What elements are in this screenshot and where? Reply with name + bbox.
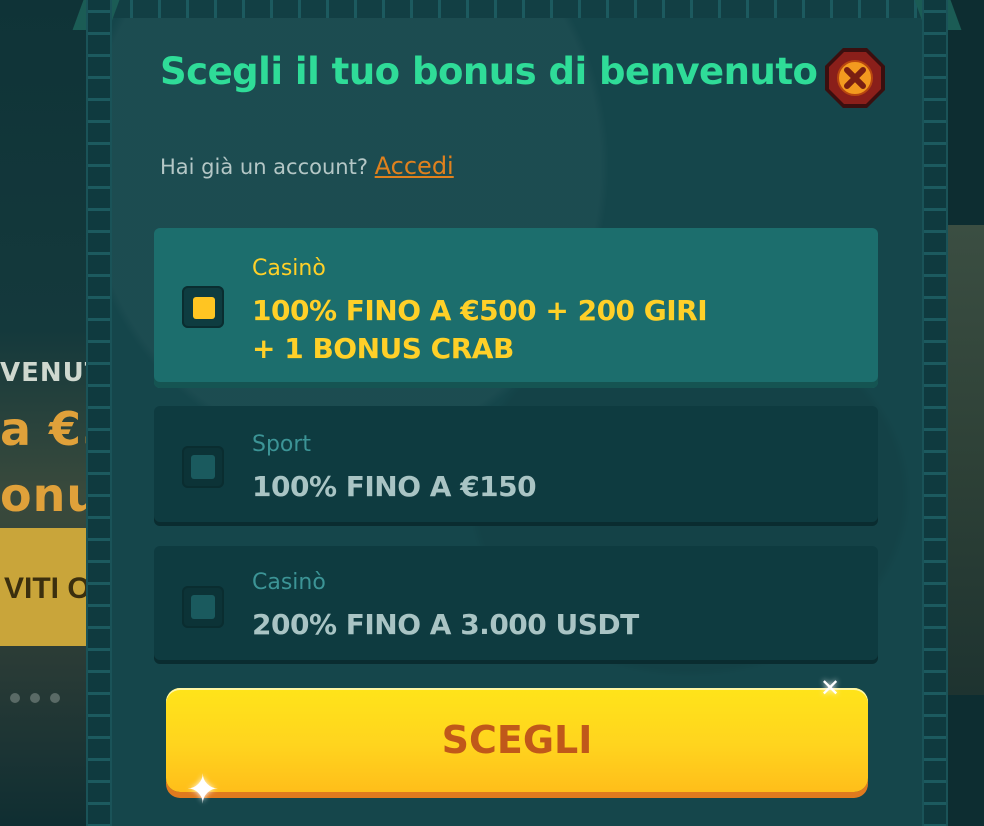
bonus-checkbox[interactable] (182, 586, 224, 628)
bonus-category: Casinò (252, 570, 326, 595)
login-prompt: Hai già un account? Accedi (160, 152, 454, 180)
bonus-value: 100% FINO A €150 (252, 470, 537, 503)
bonus-value: 200% FINO A 3.000 USDT (252, 608, 639, 641)
background-button-label: VITI O (4, 572, 91, 605)
login-link[interactable]: Accedi (375, 152, 454, 180)
checkbox-unchecked-indicator (191, 455, 215, 479)
bonus-value-line: + 1 BONUS CRAB (252, 332, 514, 365)
bonus-category: Sport (252, 432, 312, 457)
background-carousel-dots (10, 690, 70, 708)
login-prompt-text: Hai già un account? (160, 155, 368, 179)
checkbox-checked-indicator (193, 297, 215, 319)
page: VENUT a €5 onu VITI O Scegli il tuo bonu… (0, 0, 984, 826)
bonus-checkbox[interactable] (182, 286, 224, 328)
welcome-bonus-modal: Scegli il tuo bonus di benvenuto Hai già… (72, 0, 962, 826)
sparkle-icon: ✦ (186, 768, 220, 812)
modal-title: Scegli il tuo bonus di benvenuto (160, 50, 818, 93)
modal-border-top (86, 0, 948, 18)
choose-bonus-button-label: SCEGLI (441, 718, 593, 762)
checkbox-unchecked-indicator (191, 595, 215, 619)
modal-border-right (922, 0, 948, 826)
choose-bonus-button[interactable]: SCEGLI (166, 688, 868, 792)
bonus-option-casino-usdt[interactable]: Casinò 200% FINO A 3.000 USDT (154, 546, 878, 664)
bonus-value: 100% FINO A €500 + 200 GIRI + 1 BONUS CR… (252, 292, 812, 368)
bonus-value-line: 100% FINO A €500 + 200 GIRI (252, 294, 708, 327)
bonus-checkbox[interactable] (182, 446, 224, 488)
close-button[interactable] (823, 46, 887, 110)
bonus-option-casino[interactable]: Casinò 100% FINO A €500 + 200 GIRI + 1 B… (154, 228, 878, 388)
bonus-option-sport[interactable]: Sport 100% FINO A €150 (154, 406, 878, 526)
sparkle-icon: ✕ (820, 675, 841, 702)
modal-border-left (86, 0, 112, 826)
bonus-category: Casinò (252, 256, 326, 281)
close-icon (825, 48, 885, 108)
